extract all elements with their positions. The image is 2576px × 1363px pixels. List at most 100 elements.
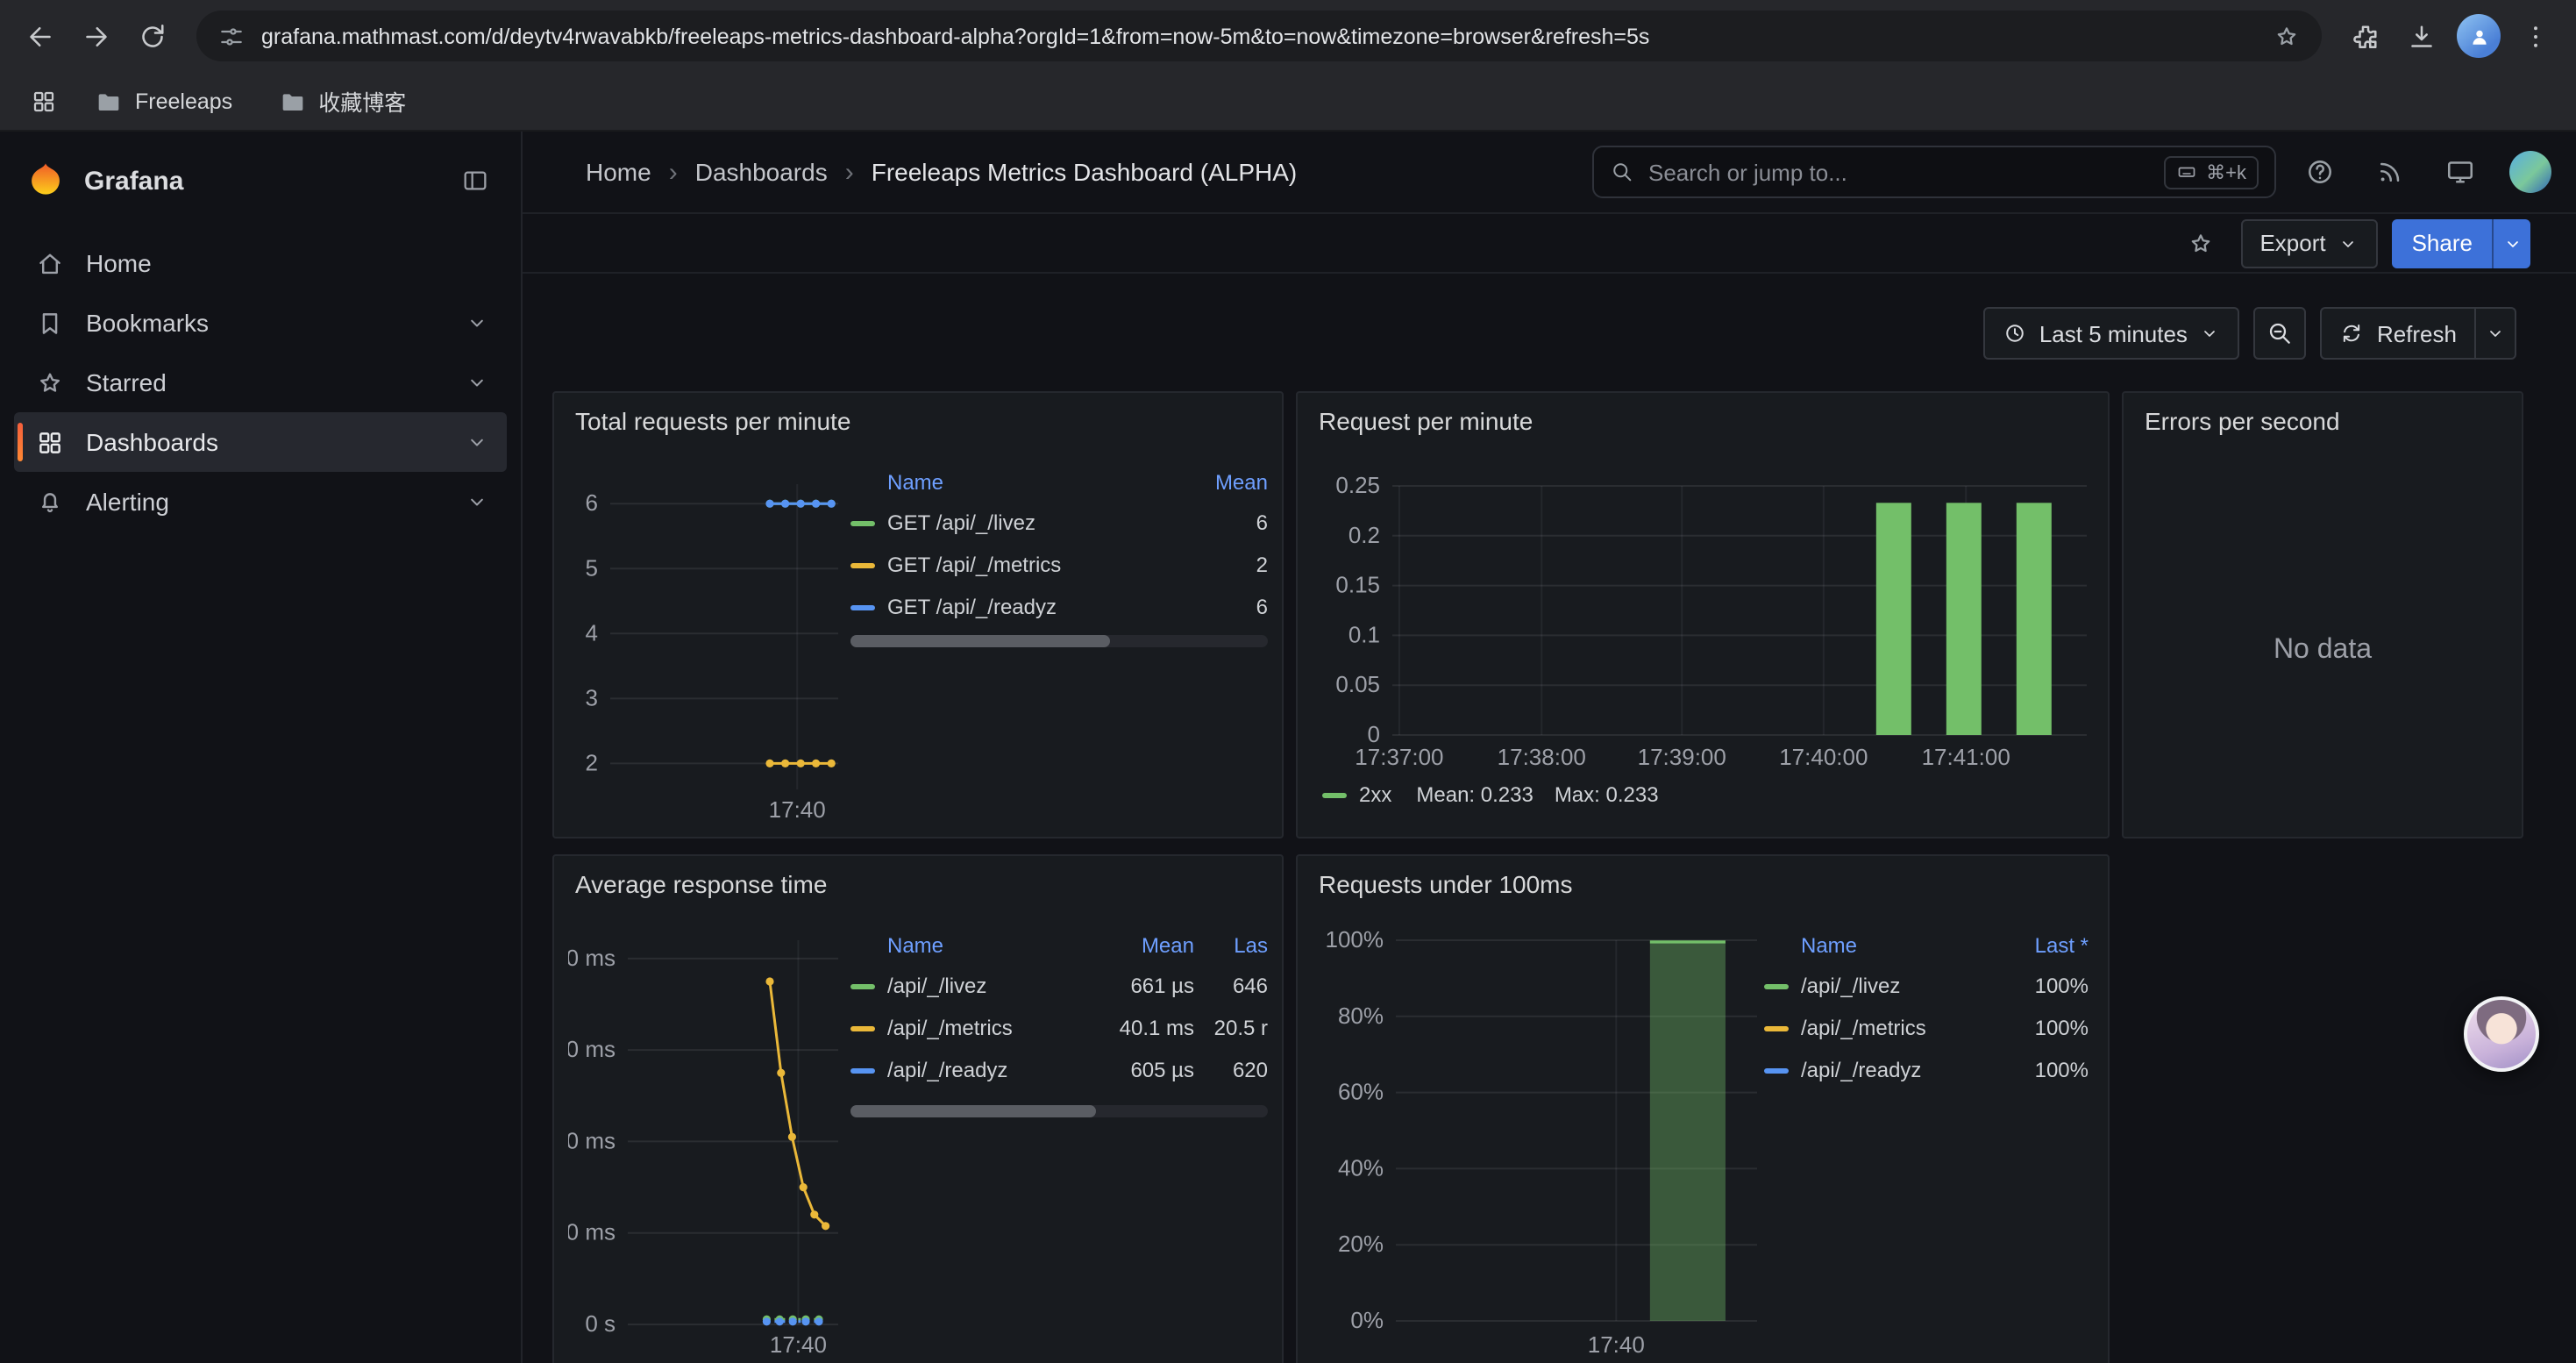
series-name: /api/_/metrics bbox=[887, 1016, 1078, 1040]
forward-button[interactable] bbox=[70, 10, 123, 62]
sidebar-item-bookmarks[interactable]: Bookmarks bbox=[14, 293, 507, 353]
dashboard-controls: Last 5 minutes Refresh bbox=[523, 274, 2576, 372]
series-swatch bbox=[850, 1067, 875, 1073]
series-name: /api/_/livez bbox=[887, 974, 1078, 998]
undock-menu-button[interactable] bbox=[451, 156, 500, 205]
legend-row[interactable]: /api/_/readyz100% bbox=[1764, 1049, 2089, 1091]
brand-row: Grafana bbox=[0, 146, 521, 216]
search-input[interactable] bbox=[1648, 159, 2150, 185]
grafana-logo-icon[interactable] bbox=[25, 160, 67, 202]
apps-icon bbox=[35, 427, 65, 457]
series-swatch bbox=[850, 520, 875, 525]
display-button[interactable] bbox=[2434, 146, 2487, 198]
legend-table-header: NameMeanLas bbox=[850, 926, 1268, 965]
series-value: 100% bbox=[1994, 1058, 2089, 1082]
breadcrumb-item[interactable]: Dashboards bbox=[695, 158, 828, 186]
address-bar[interactable] bbox=[196, 11, 2322, 61]
search-box[interactable]: ⌘+k bbox=[1592, 146, 2276, 198]
kebab-menu-icon bbox=[2520, 20, 2551, 52]
series-name: /api/_/readyz bbox=[887, 1058, 1078, 1082]
favorite-dashboard-button[interactable] bbox=[2174, 217, 2226, 269]
url-input[interactable] bbox=[261, 24, 2257, 48]
legend-row[interactable]: /api/_/readyz605 µs620 bbox=[850, 1049, 1268, 1091]
reload-icon bbox=[137, 20, 168, 52]
legend-row[interactable]: /api/_/metrics100% bbox=[1764, 1007, 2089, 1049]
sidebar-item-starred[interactable]: Starred bbox=[14, 353, 507, 412]
legend-column-mean[interactable]: Mean bbox=[1187, 470, 1268, 495]
series-name: GET /api/_/readyz bbox=[887, 595, 1187, 619]
svg-text:40%: 40% bbox=[1338, 1154, 1384, 1181]
bookmark-star-icon[interactable] bbox=[2273, 22, 2301, 50]
scrollbar-thumb[interactable] bbox=[850, 635, 1109, 647]
chevron-down-icon[interactable] bbox=[465, 370, 489, 395]
series-swatch bbox=[850, 562, 875, 567]
zoom-out-button[interactable] bbox=[2254, 307, 2307, 360]
legend-scrollbar[interactable] bbox=[850, 635, 1268, 647]
forward-icon bbox=[81, 20, 112, 52]
help-button[interactable] bbox=[2294, 146, 2346, 198]
breadcrumb-item[interactable]: Freeleaps Metrics Dashboard (ALPHA) bbox=[872, 158, 1298, 186]
time-range-picker[interactable]: Last 5 minutes bbox=[1983, 307, 2240, 360]
bar-chart[interactable]: 100%80%60%40%20%0%17:40 bbox=[1315, 926, 1771, 1363]
time-series-chart[interactable]: 6543217:40 bbox=[568, 467, 845, 835]
svg-text:17:40: 17:40 bbox=[1588, 1331, 1645, 1358]
panel-title[interactable]: Total requests per minute bbox=[575, 407, 850, 435]
share-button[interactable]: Share bbox=[2393, 218, 2492, 268]
bar-chart[interactable]: 0.250.20.150.10.05017:37:0017:38:0017:39… bbox=[1315, 467, 2094, 782]
chevron-down-icon[interactable] bbox=[465, 310, 489, 335]
refresh-button[interactable]: Refresh bbox=[2321, 307, 2474, 360]
browser-profile-avatar[interactable] bbox=[2457, 14, 2501, 58]
bookmark-folder[interactable]: Freeleaps bbox=[84, 78, 243, 124]
legend-column-las[interactable]: Las bbox=[1194, 933, 1268, 958]
browser-menu-button[interactable] bbox=[2509, 10, 2562, 62]
legend-column-last[interactable]: Last * bbox=[1994, 933, 2089, 958]
assistant-avatar[interactable] bbox=[2464, 996, 2539, 1072]
legend-column-name[interactable]: Name bbox=[1764, 933, 1994, 958]
breadcrumb-separator: › bbox=[669, 157, 678, 187]
sidebar-item-alerting[interactable]: Alerting bbox=[14, 472, 507, 532]
site-settings-icon[interactable] bbox=[217, 22, 246, 50]
series-name[interactable]: 2xx bbox=[1359, 782, 1391, 807]
legend-column-name[interactable]: Name bbox=[850, 470, 1187, 495]
downloads-button[interactable] bbox=[2395, 10, 2448, 62]
legend-row[interactable]: /api/_/livez661 µs646 bbox=[850, 965, 1268, 1007]
panel-title[interactable]: Requests under 100ms bbox=[1319, 870, 1573, 898]
series-value: 661 µs bbox=[1078, 974, 1194, 998]
share-menu-button[interactable] bbox=[2492, 218, 2530, 268]
share-button-group: Share bbox=[2393, 218, 2530, 268]
legend-row[interactable]: GET /api/_/metrics2 bbox=[850, 544, 1268, 586]
user-avatar[interactable] bbox=[2509, 151, 2551, 193]
export-button[interactable]: Export bbox=[2240, 218, 2378, 268]
legend-row[interactable]: GET /api/_/livez6 bbox=[850, 502, 1268, 544]
legend-row[interactable]: /api/_/metrics40.1 ms20.5 r bbox=[850, 1007, 1268, 1049]
legend-row[interactable]: GET /api/_/readyz6 bbox=[850, 586, 1268, 628]
brand-label: Grafana bbox=[84, 166, 433, 196]
legend-scrollbar[interactable] bbox=[850, 1105, 1268, 1117]
legend-row[interactable]: /api/_/livez100% bbox=[1764, 965, 2089, 1007]
extensions-button[interactable] bbox=[2339, 10, 2392, 62]
svg-text:80%: 80% bbox=[1338, 1003, 1384, 1029]
panel-title[interactable]: Average response time bbox=[575, 870, 827, 898]
chevron-down-icon[interactable] bbox=[465, 489, 489, 514]
back-button[interactable] bbox=[14, 10, 67, 62]
star-icon bbox=[35, 368, 65, 397]
legend-column-mean[interactable]: Mean bbox=[1078, 933, 1194, 958]
news-button[interactable] bbox=[2364, 146, 2416, 198]
svg-text:4: 4 bbox=[586, 619, 598, 646]
time-series-chart[interactable]: 80 ms60 ms40 ms20 ms0 s17:40 bbox=[568, 926, 845, 1363]
bookmark-folder[interactable]: 收藏博客 bbox=[267, 78, 416, 124]
svg-text:20 ms: 20 ms bbox=[568, 1219, 616, 1245]
legend-column-name[interactable]: Name bbox=[850, 933, 1078, 958]
series-value: 100% bbox=[1994, 1016, 2089, 1040]
breadcrumb-item[interactable]: Home bbox=[586, 158, 651, 186]
sidebar-nav: HomeBookmarksStarredDashboardsAlerting bbox=[0, 216, 521, 532]
sidebar-item-home[interactable]: Home bbox=[14, 233, 507, 293]
refresh-interval-button[interactable] bbox=[2474, 307, 2516, 360]
panel-title[interactable]: Errors per second bbox=[2145, 407, 2340, 435]
apps-shortcut-button[interactable] bbox=[18, 75, 70, 127]
panel-title[interactable]: Request per minute bbox=[1319, 407, 1533, 435]
sidebar-item-dashboards[interactable]: Dashboards bbox=[14, 412, 507, 472]
chevron-down-icon[interactable] bbox=[465, 430, 489, 454]
reload-button[interactable] bbox=[126, 10, 179, 62]
scrollbar-thumb[interactable] bbox=[850, 1105, 1097, 1117]
